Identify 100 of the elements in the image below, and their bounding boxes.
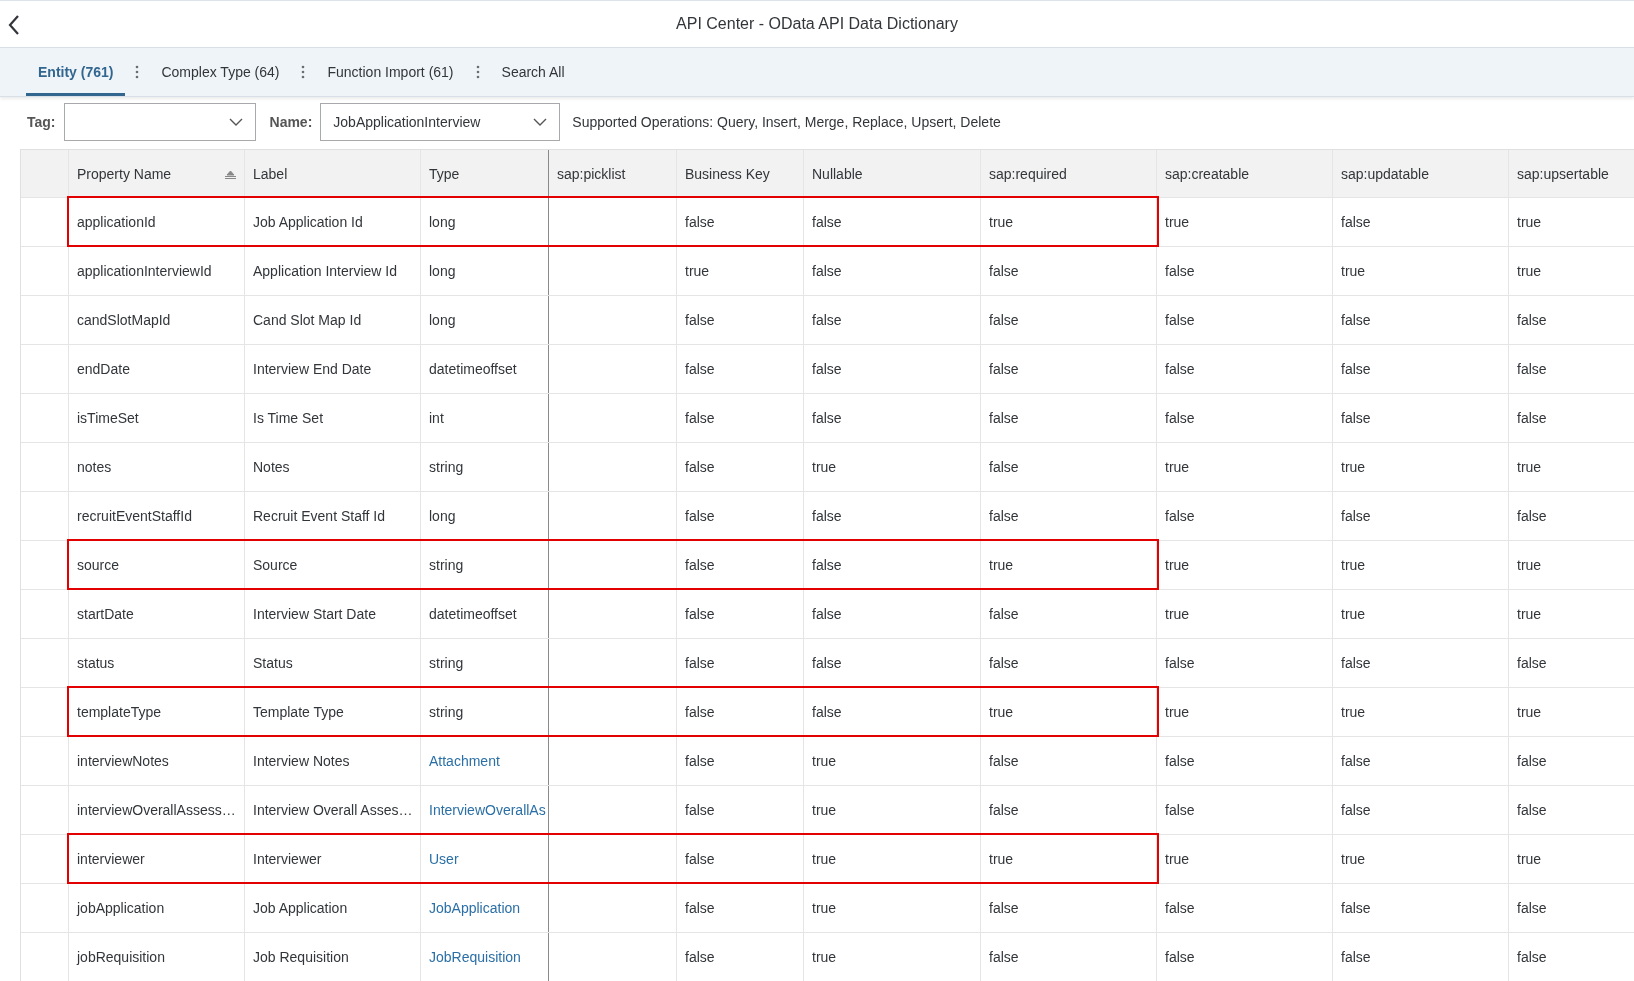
table-cell: Template Type [253,704,344,720]
table-cell: true [1341,263,1366,279]
table-cell: false [989,949,1019,965]
table-cell: false [685,802,715,818]
table-cell: datetimeoffset [429,606,517,622]
table-cell: false [1517,900,1547,916]
table-cell: false [989,410,1019,426]
table-cell: interviewer [77,851,145,867]
table-cell: true [812,802,837,818]
table-cell: false [1341,410,1371,426]
tab[interactable]: Function Import (61) [315,48,466,96]
field-label: Name: [269,114,313,130]
table-cell: Recruit Event Staff Id [253,508,386,524]
table-cell: false [1341,900,1371,916]
table-cell: interviewOverallAssess… [77,802,236,818]
table-cell: false [685,214,715,230]
table-cell: false [989,802,1019,818]
table-cell: Cand Slot Map Id [253,312,362,328]
table-cell: false [989,263,1019,279]
table-cell: Source [253,557,298,573]
table-cell: Interview Notes [253,753,350,769]
table-cell: false [989,361,1019,377]
table-cell: string [429,655,464,671]
table-cell: false [1165,802,1195,818]
table-cell: long [429,263,456,279]
table-cell: interviewNotes [77,753,169,769]
table-cell: long [429,312,456,328]
table-cell: false [812,312,842,328]
table-cell: candSlotMapId [77,312,171,328]
table-cell: false [989,508,1019,524]
type-link[interactable]: JobApplication [429,900,521,916]
table-cell: false [685,851,715,867]
column-header: sap:creatable [1165,165,1250,182]
type-link[interactable]: InterviewOverallAs [429,802,546,818]
table-cell: false [812,263,842,279]
table-cell: true [1341,557,1366,573]
column-header: Type [429,165,460,182]
table-cell: status [77,655,115,671]
table-cell: false [1517,802,1547,818]
table-cell: true [1341,704,1366,720]
table-cell: false [989,900,1019,916]
table-cell: false [1341,753,1371,769]
table-cell: Status [253,655,293,671]
table-cell: false [989,312,1019,328]
table-cell: false [1341,214,1371,230]
table-cell: false [1165,361,1195,377]
table-cell: false [1517,655,1547,671]
table-cell: false [1165,949,1195,965]
tab[interactable]: Search All [489,48,577,96]
type-link[interactable]: JobRequisition [429,949,521,965]
table-cell: Interviewer [253,851,322,867]
table-cell: true [1165,704,1190,720]
table-cell: true [1517,704,1542,720]
type-link[interactable]: User [429,851,459,867]
tab[interactable]: Complex Type (64) [149,48,292,96]
table-cell: false [812,655,842,671]
table-cell: false [812,704,842,720]
table-cell: false [1517,508,1547,524]
column-header: sap:upsertable [1517,165,1609,182]
table-cell: false [812,606,842,622]
table-cell: string [429,557,464,573]
tab[interactable]: Entity (761) [26,48,126,96]
table-cell: false [1165,900,1195,916]
table-cell: endDate [77,361,130,377]
table-cell: applicationInterviewId [77,263,212,279]
table-cell: false [1165,655,1195,671]
table-cell: false [1341,508,1371,524]
table-cell: string [429,704,464,720]
supported-operations-text: Supported Operations: Query, Insert, Merge, Replace, Upsert, Delete [572,114,1001,130]
table-cell: false [1341,361,1371,377]
table-cell: Interview End Date [253,361,372,377]
table-cell: false [1341,949,1371,965]
table-cell: false [989,459,1019,475]
table-cell: isTimeSet [77,410,139,426]
dropdown-caret-icon [533,118,548,126]
column-header: Nullable [812,165,863,182]
table-cell: Notes [253,459,290,475]
table-cell: true [1165,851,1190,867]
table-cell: false [685,557,715,573]
vertical-dots-icon [301,65,306,79]
column-header: Business Key [685,165,770,182]
table-cell: false [812,557,842,573]
table-cell: true [812,753,837,769]
table-cell: false [1517,361,1547,377]
column-header: Property Name [77,165,172,182]
column-header: sap:picklist [557,165,626,182]
table-cell: false [1165,263,1195,279]
table-cell: false [812,214,842,230]
field-label: Tag: [27,114,56,130]
column-header: sap:updatable [1341,165,1429,182]
table-cell: false [685,459,715,475]
table-cell: false [1165,753,1195,769]
back-button[interactable] [6,13,22,37]
table-cell: true [812,900,837,916]
table-cell: int [429,410,444,426]
table-cell: jobRequisition [77,949,165,965]
table-cell: true [1341,459,1366,475]
table-cell: true [1165,459,1190,475]
type-link[interactable]: Attachment [429,753,500,769]
name-dropdown[interactable]: JobApplicationInterview [320,103,561,141]
